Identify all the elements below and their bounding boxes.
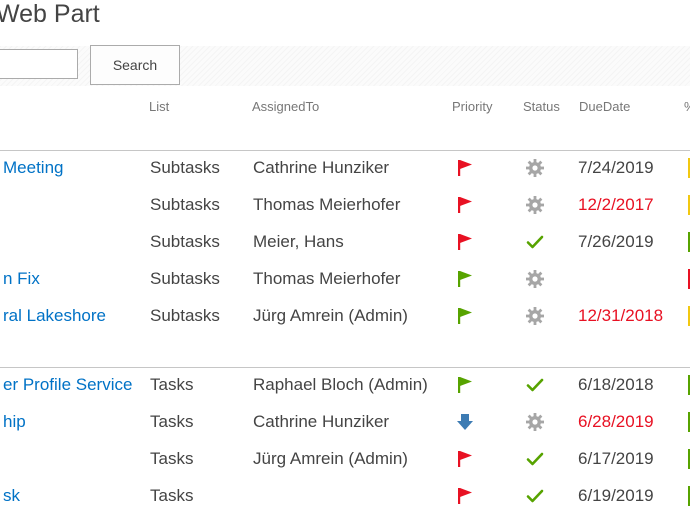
check-icon [525, 486, 545, 506]
column-header-status[interactable]: Status [523, 99, 560, 114]
blue-down-arrow-icon [455, 412, 475, 432]
list-name: Tasks [150, 486, 194, 505]
column-header-extra[interactable]: % [684, 99, 690, 114]
group-divider [0, 367, 690, 368]
task-title-link[interactable]: hip [3, 412, 26, 432]
check-icon [525, 232, 545, 252]
assigned-to: Thomas Meierhofer [253, 195, 401, 214]
assigned-to: Meier, Hans [253, 232, 344, 251]
due-date: 6/19/2019 [578, 486, 654, 505]
gear-icon [525, 269, 545, 289]
task-title-link[interactable]: Meeting [3, 158, 63, 178]
red-flag-icon [455, 158, 475, 178]
task-title-link[interactable]: ral Lakeshore [3, 306, 106, 326]
due-date: 6/18/2018 [578, 375, 654, 394]
search-button[interactable]: Search [90, 45, 180, 85]
assigned-to: Jürg Amrein (Admin) [253, 449, 408, 468]
task-title-link[interactable]: sk [3, 486, 20, 506]
column-header-due-date[interactable]: DueDate [579, 99, 630, 114]
due-date: 6/17/2019 [578, 449, 654, 468]
page-title: Web Part [0, 0, 100, 28]
green-flag-icon [455, 375, 475, 395]
gear-icon [525, 412, 545, 432]
list-name: Subtasks [150, 195, 220, 214]
list-name: Tasks [150, 412, 194, 431]
group-divider [0, 150, 690, 151]
due-date: 12/31/2018 [578, 306, 664, 325]
due-date: 7/26/2019 [578, 232, 654, 251]
list-name: Subtasks [150, 306, 220, 325]
list-name: Subtasks [150, 232, 220, 251]
task-title-link[interactable]: er Profile Service [3, 375, 132, 395]
assigned-to: Cathrine Hunziker [253, 412, 390, 431]
red-flag-icon [455, 486, 475, 506]
green-flag-icon [455, 306, 475, 326]
column-header-priority[interactable]: Priority [452, 99, 492, 114]
assigned-to: Cathrine Hunziker [253, 158, 390, 177]
red-flag-icon [455, 195, 475, 215]
gear-icon [525, 158, 545, 178]
assigned-to: Raphael Bloch (Admin) [253, 375, 428, 394]
column-header-list[interactable]: List [149, 99, 169, 114]
list-name: Tasks [150, 449, 194, 468]
assigned-to: Thomas Meierhofer [253, 269, 401, 288]
check-icon [525, 449, 545, 469]
gear-icon [525, 306, 545, 326]
due-date: 6/28/2019 [578, 412, 654, 431]
check-icon [525, 375, 545, 395]
gear-icon [525, 195, 545, 215]
list-name: Tasks [150, 375, 194, 394]
column-header-assigned-to[interactable]: AssignedTo [252, 99, 319, 114]
list-name: Subtasks [150, 269, 220, 288]
red-flag-icon [455, 232, 475, 252]
task-title-link[interactable]: n Fix [3, 269, 40, 289]
green-flag-icon [455, 269, 475, 289]
search-input[interactable] [0, 49, 78, 79]
assigned-to: Jürg Amrein (Admin) [253, 306, 408, 325]
list-name: Subtasks [150, 158, 220, 177]
due-date: 12/2/2017 [578, 195, 654, 214]
red-flag-icon [455, 449, 475, 469]
due-date: 7/24/2019 [578, 158, 654, 177]
